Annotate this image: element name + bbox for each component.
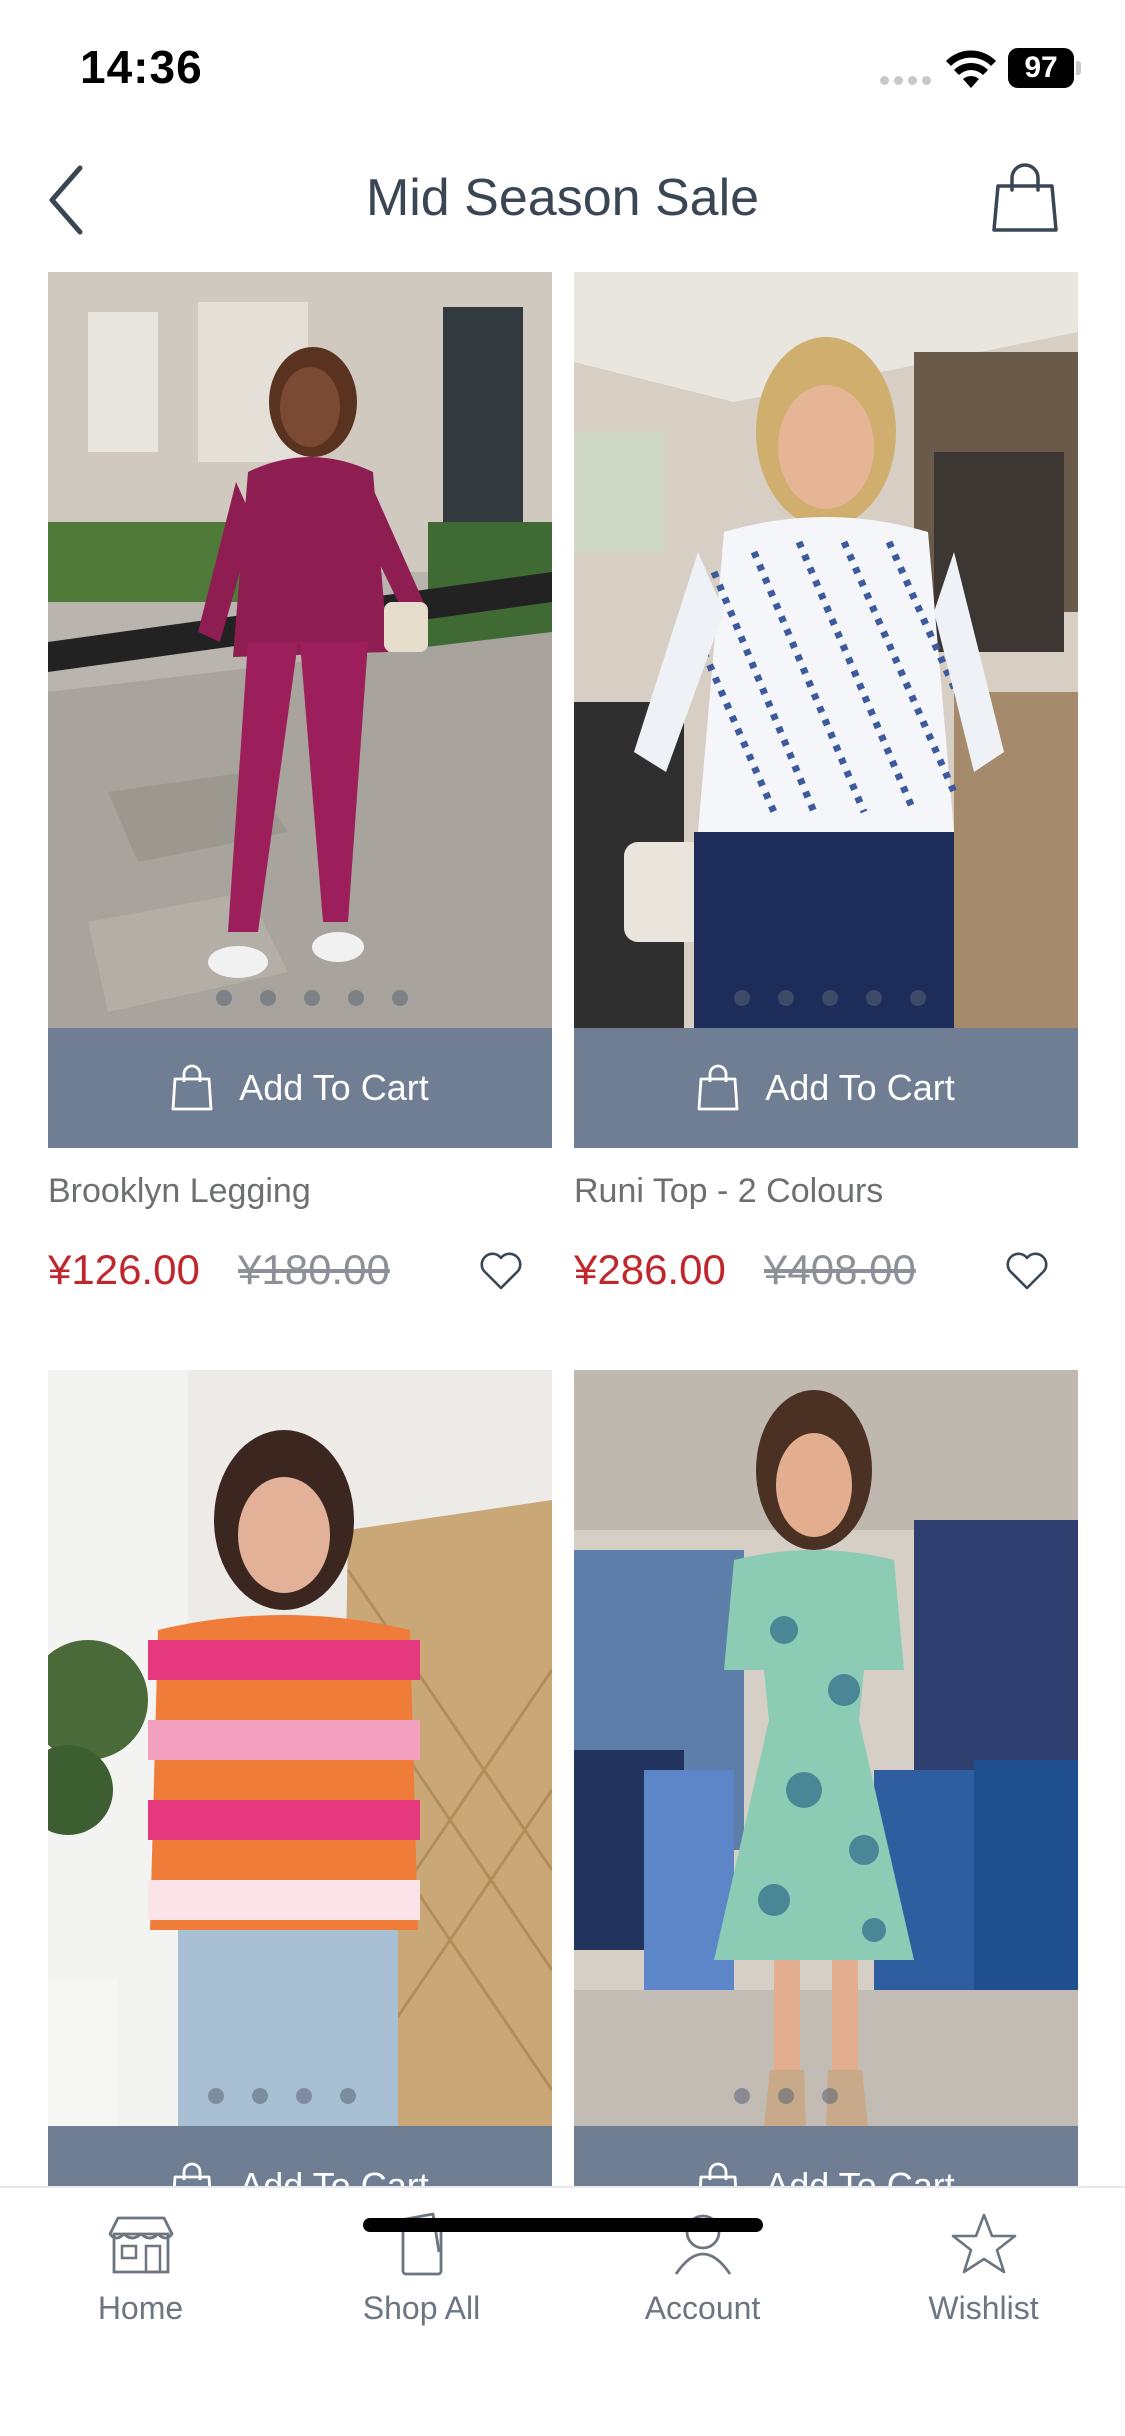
heart-icon[interactable] [478, 1250, 524, 1292]
image-carousel-dots [574, 990, 1078, 1008]
cellular-signal-icon [880, 76, 932, 86]
product-name[interactable]: Brooklyn Legging [48, 1172, 311, 1211]
shopping-bag-icon[interactable] [990, 160, 1060, 236]
shopping-bag-icon [697, 1064, 739, 1111]
original-price: ¥408.00 [764, 1246, 916, 1293]
shopping-bag-icon [173, 2162, 212, 2186]
add-to-cart-label: Add To Cart [239, 1067, 429, 1108]
product-image[interactable] [48, 1370, 552, 2126]
sale-price: ¥286.00 [574, 1246, 726, 1293]
add-to-cart-label: Add To Cart [765, 1067, 955, 1108]
add-to-cart-label: Add To Cart [765, 2165, 955, 2186]
tab-account[interactable]: Account [562, 2212, 843, 2362]
home-indicator[interactable] [363, 2218, 763, 2232]
tab-wishlist-label: Wishlist [928, 2290, 1039, 2326]
product-grid: Add To Cart Brooklyn Legging ¥126.00 ¥18… [48, 272, 1078, 2186]
heart-icon[interactable] [1004, 1250, 1050, 1292]
product-image[interactable] [48, 272, 552, 1028]
product-image[interactable] [574, 272, 1078, 1028]
product-name[interactable]: Runi Top - 2 Colours [574, 1172, 883, 1211]
sale-price: ¥126.00 [48, 1246, 200, 1293]
image-carousel-dots [574, 2088, 1078, 2106]
add-to-cart-button[interactable]: Add To Cart [574, 1028, 1078, 1148]
tab-home-label: Home [97, 2290, 184, 2326]
nav-header: Mid Season Sale [0, 140, 1125, 260]
price-row: ¥286.00 ¥408.00 [574, 1246, 1078, 1302]
add-to-cart-button[interactable]: Add To Cart [48, 2126, 552, 2186]
product-image[interactable] [574, 1370, 1078, 2126]
star-icon [951, 2213, 1016, 2274]
tab-home[interactable]: Home [0, 2212, 281, 2362]
tab-wishlist[interactable]: Wishlist [843, 2212, 1124, 2362]
page-title: Mid Season Sale [365, 169, 760, 227]
add-to-cart-button[interactable]: Add To Cart [574, 2126, 1078, 2186]
add-to-cart-button[interactable]: Add To Cart [48, 1028, 552, 1148]
status-bar: 14:36 97 [0, 0, 1125, 135]
wifi-icon [946, 50, 996, 88]
tab-shop-all[interactable]: Shop All [281, 2212, 562, 2362]
tab-shop-all-label: Shop All [362, 2290, 481, 2326]
add-to-cart-label: Add To Cart [239, 2165, 429, 2186]
shopping-bag-icon [171, 1064, 213, 1111]
store-icon [108, 2216, 173, 2274]
image-carousel-dots [48, 2088, 552, 2106]
shopping-bag-icon [699, 2162, 738, 2186]
tab-account-label: Account [644, 2290, 761, 2326]
battery-level: 97 [1008, 48, 1074, 88]
battery-icon: 97 [1008, 48, 1082, 88]
status-time: 14:36 [80, 41, 203, 93]
price-row: ¥126.00 ¥180.00 [48, 1246, 552, 1302]
original-price: ¥180.00 [238, 1246, 390, 1293]
image-carousel-dots [48, 990, 552, 1008]
